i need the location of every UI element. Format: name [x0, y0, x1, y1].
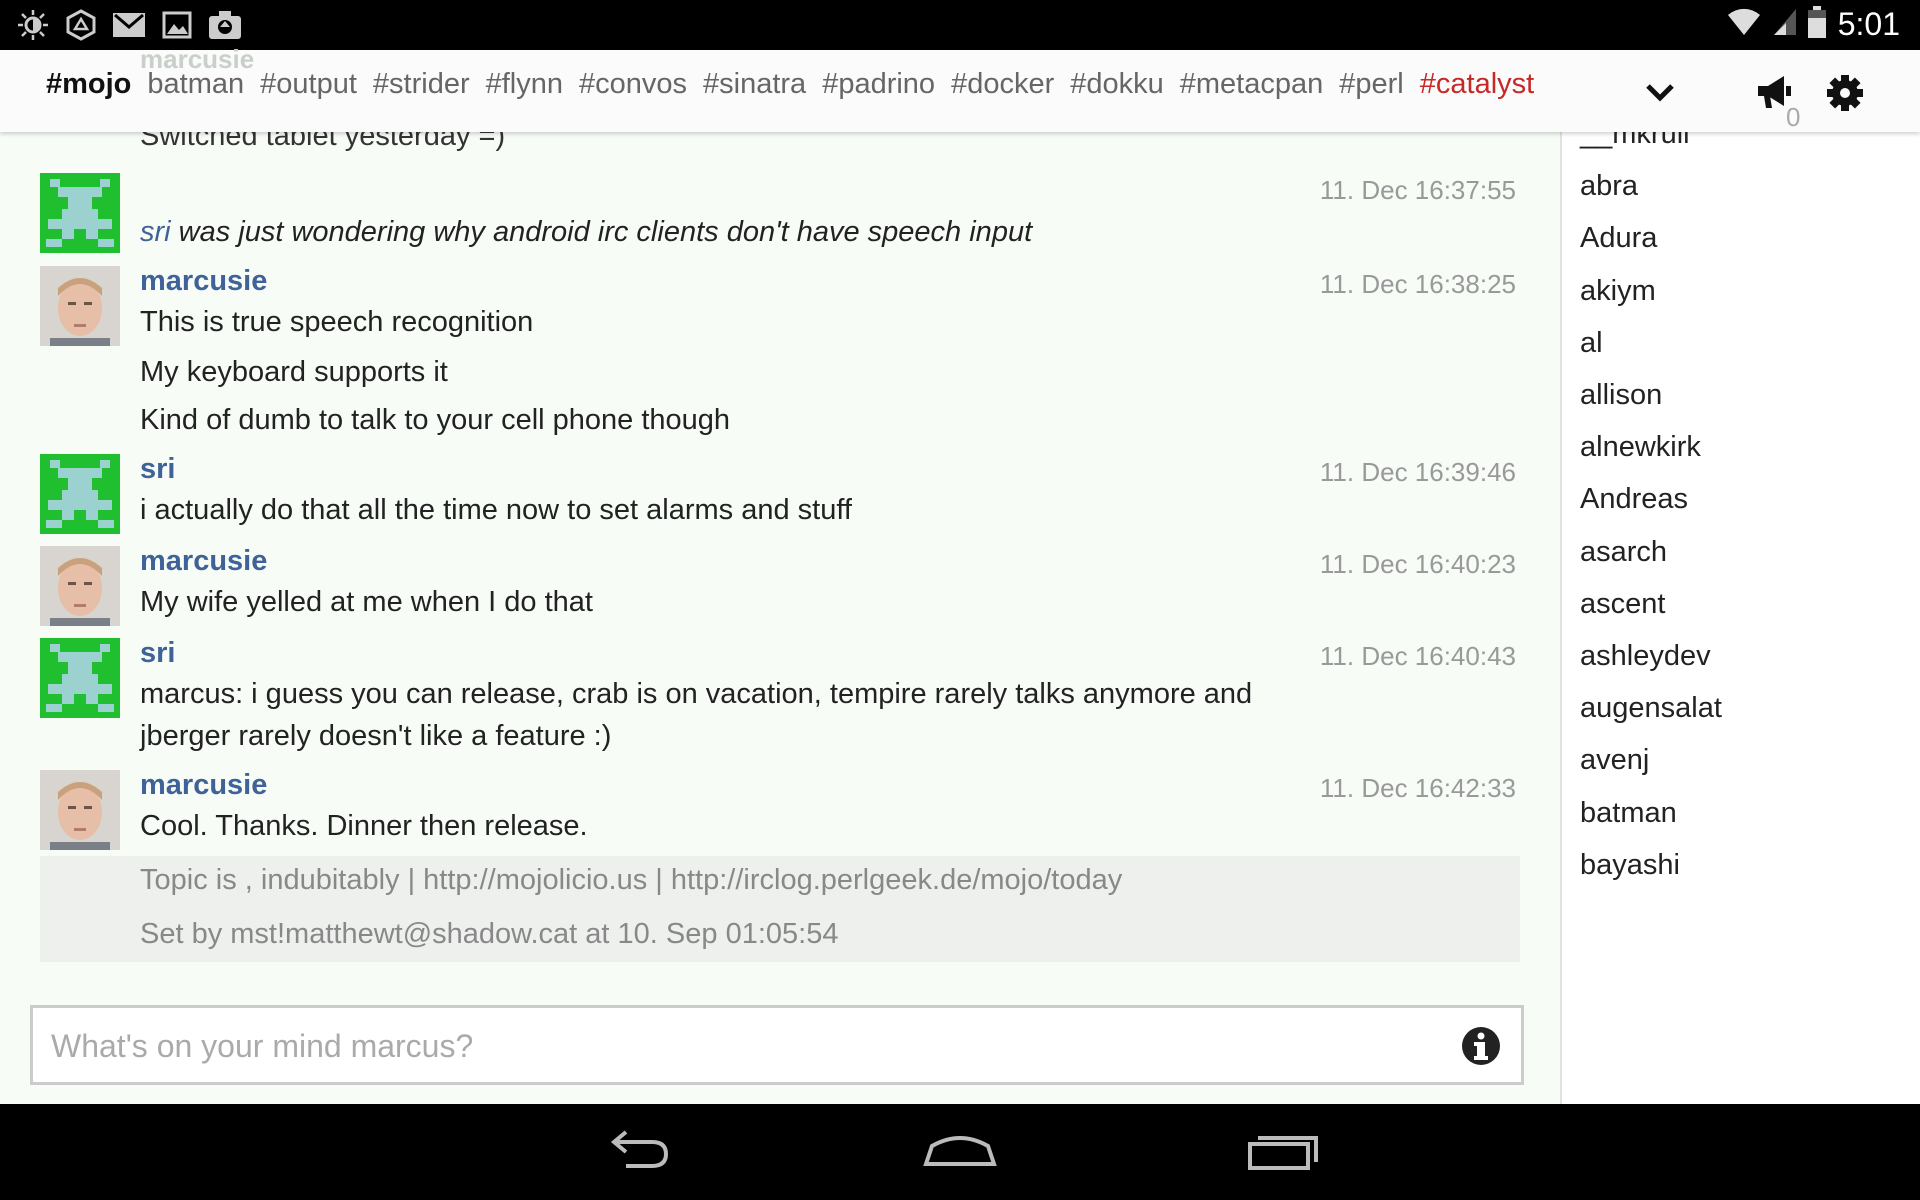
action-nick[interactable]: sri [140, 216, 171, 248]
message-text: jberger rarely doesn't like a feature :) [140, 720, 612, 752]
notification-count: 0 [1786, 102, 1801, 132]
user-list-item[interactable]: asarch [1580, 536, 1667, 569]
avatar-marcusie [40, 770, 120, 850]
camera-upload-icon [208, 8, 242, 42]
tab-catalyst[interactable]: #catalyst [1420, 68, 1534, 101]
timestamp: 11. Dec 16:40:23 [1319, 549, 1516, 579]
tab-batman[interactable]: batman [147, 68, 244, 101]
tab-flynn[interactable]: #flynn [486, 68, 563, 101]
action-message: sri was just wondering why android irc c… [140, 216, 1032, 249]
user-list-item[interactable]: alnewkirk [1580, 431, 1701, 464]
action-text: was just wondering why android irc clien… [170, 216, 1033, 248]
user-list-item[interactable]: ashleydev [1580, 640, 1711, 673]
user-list-item[interactable]: avenj [1580, 744, 1649, 777]
tab-sinatra[interactable]: #sinatra [703, 68, 806, 101]
avatar-sri [40, 638, 120, 718]
timestamp: 11. Dec 16:39:46 [1319, 457, 1516, 487]
topic-text: Topic is , indubitably | http://mojolici… [140, 864, 1123, 896]
channel-tabs: #mojo batman #output #strider #flynn #convos #… [46, 68, 1534, 101]
brightness-icon [16, 8, 50, 42]
channel-header: marcusie #mojo batman #output #strider #flyn… [0, 44, 1920, 132]
battery-icon [1807, 6, 1826, 43]
navigation-bar [0, 1104, 1920, 1200]
avatar-sri [40, 173, 120, 253]
message-text: Cool. Thanks. Dinner then release. [140, 810, 588, 842]
vpn-shield-icon [64, 8, 98, 42]
message-input[interactable] [49, 1018, 1433, 1074]
tab-mojo[interactable]: #mojo [46, 68, 131, 101]
user-list-item[interactable]: bayashi [1580, 849, 1680, 882]
wifi-icon [1726, 7, 1762, 42]
topic-setter: Set by mst!matthewt@shadow.cat at 10. Se… [140, 918, 839, 950]
topic-notice: Topic is , indubitably | http://mojolici… [40, 856, 1520, 962]
timestamp: 11. Dec 16:40:43 [1319, 641, 1516, 671]
user-list-item[interactable]: al [1580, 327, 1603, 360]
timestamp: 11. Dec 16:38:25 [1319, 269, 1516, 299]
message-text: My wife yelled at me when I do that [140, 586, 593, 618]
back-icon[interactable] [596, 1122, 676, 1182]
message-input-box [30, 1005, 1524, 1085]
tab-convos[interactable]: #convos [579, 68, 687, 101]
recents-icon[interactable] [1244, 1122, 1324, 1182]
message-text: Kind of dumb to talk to your cell phone … [140, 404, 731, 436]
tab-metacpan[interactable]: #metacpan [1180, 68, 1324, 101]
status-bar: 5:01 [0, 0, 1920, 50]
message-list: Switched tablet yesterday =) 11. Dec 16:… [0, 52, 1560, 962]
chevron-down-icon[interactable] [1644, 76, 1676, 108]
user-list-item[interactable]: allison [1580, 379, 1662, 412]
gear-icon[interactable] [1826, 74, 1864, 112]
tab-padrino[interactable]: #padrino [822, 68, 935, 101]
user-list-item[interactable]: Andreas [1580, 483, 1688, 516]
user-list-item[interactable]: akiym [1580, 275, 1656, 308]
user-list-item[interactable]: ascent [1580, 588, 1665, 621]
home-icon[interactable] [920, 1122, 1000, 1182]
tab-docker[interactable]: #docker [951, 68, 1054, 101]
message-nick[interactable]: sri [140, 637, 175, 670]
tab-strider[interactable]: #strider [373, 68, 470, 101]
avatar-sri [40, 454, 120, 534]
timestamp: 11. Dec 16:42:33 [1319, 773, 1516, 803]
message-nick[interactable]: sri [140, 453, 175, 486]
user-list-item[interactable]: batman [1580, 797, 1677, 830]
image-icon [160, 8, 194, 42]
message-text: My keyboard supports it [140, 356, 448, 388]
user-list-item[interactable]: abra [1580, 170, 1638, 203]
user-list-item[interactable]: Adura [1580, 222, 1657, 255]
message-text: i actually do that all the time now to s… [140, 494, 852, 526]
tab-dokku[interactable]: #dokku [1070, 68, 1164, 101]
tab-perl[interactable]: #perl [1339, 68, 1404, 101]
avatar-marcusie [40, 546, 120, 626]
message-nick[interactable]: marcusie [140, 545, 267, 578]
signal-icon [1773, 7, 1796, 42]
message-text: This is true speech recognition [140, 306, 534, 338]
user-list: __mkrull abra Adura akiym al allison alnewkirk… [1560, 118, 1920, 1104]
info-icon[interactable] [1461, 1026, 1501, 1066]
gmail-icon [112, 8, 146, 42]
tab-output[interactable]: #output [260, 68, 357, 101]
avatar-marcusie [40, 266, 120, 346]
message-nick[interactable]: marcusie [140, 265, 267, 298]
timestamp: 11. Dec 16:37:55 [1319, 175, 1516, 205]
user-list-item[interactable]: augensalat [1580, 692, 1722, 725]
message-nick[interactable]: marcusie [140, 769, 267, 802]
message-text: marcus: i guess you can release, crab is… [140, 678, 1253, 710]
clock: 5:01 [1837, 6, 1900, 42]
